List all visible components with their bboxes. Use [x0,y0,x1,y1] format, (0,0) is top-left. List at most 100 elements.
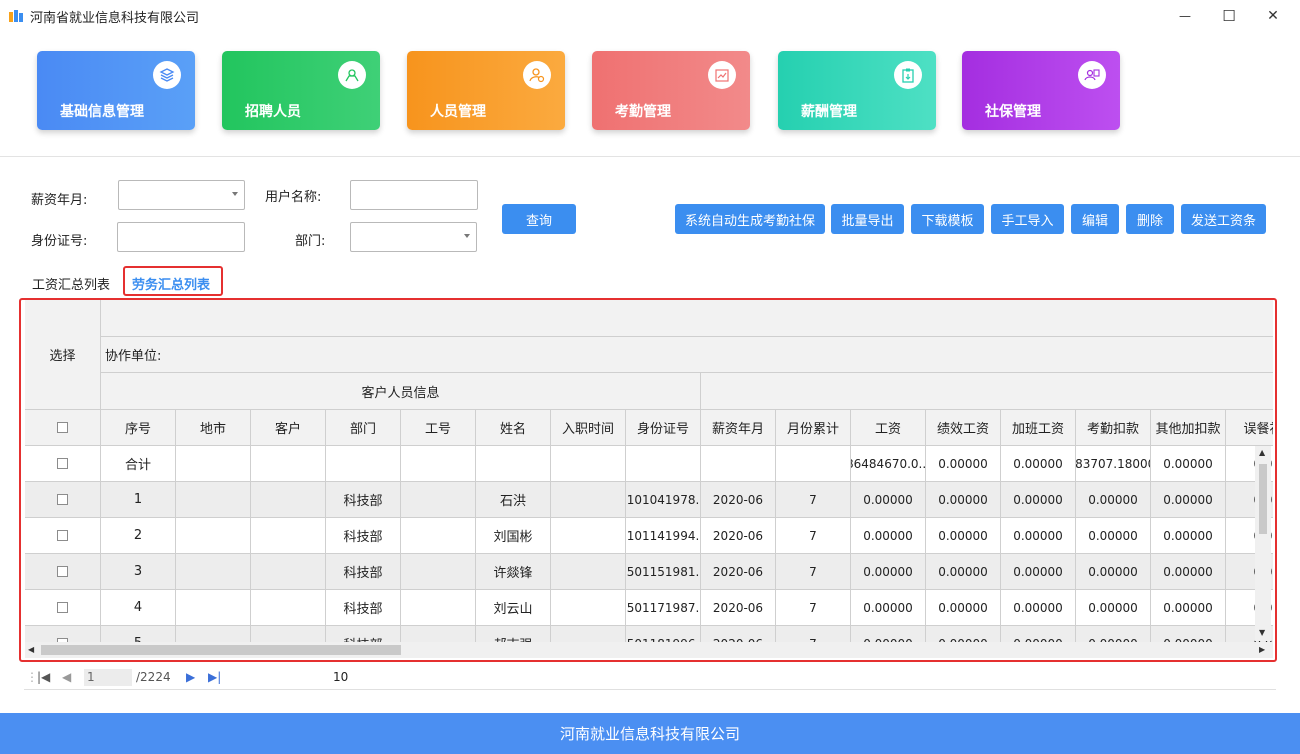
footer-text: 河南就业信息科技有限公司 [559,725,740,743]
maximize-button[interactable]: ☐ [1206,0,1252,32]
column-header[interactable]: 加班工资 [1001,410,1076,446]
column-header[interactable]: 工资 [851,410,926,446]
grid-frame: 选择 协作单位: 客户人员信息 序号 地市 客户 部门 工号 姓名 入职时间 身份证号 薪资年月… [19,298,1277,662]
chevron-down-icon [464,234,470,238]
window-title: 河南省就业信息科技有限公司 [30,11,200,26]
last-page-icon[interactable]: ▶| [208,670,221,684]
query-button[interactable]: 查询 [502,204,576,234]
column-header[interactable]: 考勤扣款 [1076,410,1151,446]
table-cell: 1501151981... [626,554,701,590]
total-cell [776,446,851,482]
scroll-left-icon[interactable]: ◀ [28,645,34,654]
id-number-input[interactable] [117,222,245,252]
table-cell: 1101041978... [626,482,701,518]
coop-unit-label: 协作单位: [105,349,162,364]
module-card-social-security[interactable]: 社保管理 [962,51,1120,130]
table-cell: 1 [101,482,176,518]
table-cell [401,590,476,626]
next-page-icon[interactable]: ▶ [186,670,195,684]
row-checkbox[interactable] [57,458,68,469]
table-cell [551,518,626,554]
prev-page-icon[interactable]: ◀ [62,670,71,684]
scroll-up-icon[interactable]: ▲ [1259,448,1265,457]
column-header[interactable]: 部门 [326,410,401,446]
vertical-scrollbar[interactable]: ▲ ▼ [1255,446,1271,641]
row-checkbox-cell [25,590,101,626]
tab-labor-summary[interactable]: 劳务汇总列表 [132,274,210,293]
close-button[interactable]: ✕ [1250,0,1296,32]
send-payslip-button[interactable]: 发送工资条 [1181,204,1266,234]
module-card-recruit[interactable]: 招聘人员 [222,51,380,130]
row-checkbox[interactable] [57,530,68,541]
manual-import-button[interactable]: 手工导入 [991,204,1064,234]
column-header[interactable]: 绩效工资 [926,410,1001,446]
edit-button[interactable]: 编辑 [1071,204,1119,234]
column-header[interactable]: 入职时间 [551,410,626,446]
coop-unit-row: 协作单位: [101,337,1273,373]
total-cell [326,446,401,482]
select-header-label: 选择 [49,349,76,364]
scroll-right-icon[interactable]: ▶ [1259,645,1265,654]
vertical-scroll-thumb[interactable] [1259,464,1267,534]
column-header[interactable]: 月份累计 [776,410,851,446]
column-header[interactable]: 姓名 [476,410,551,446]
module-label: 社保管理 [985,104,1041,120]
tab-salary-summary[interactable]: 工资汇总列表 [32,274,110,293]
row-checkbox[interactable] [57,566,68,577]
batch-export-button[interactable]: 批量导出 [831,204,904,234]
table-cell [401,554,476,590]
minimize-icon: — [1179,9,1191,23]
horizontal-scroll-thumb[interactable] [41,645,401,655]
delete-button[interactable]: 删除 [1126,204,1174,234]
download-template-button[interactable]: 下载模板 [911,204,984,234]
column-header[interactable]: 客户 [251,410,326,446]
table-cell: 许燚锋 [476,554,551,590]
total-cell [701,446,776,482]
table-cell: 0.00000 [926,554,1001,590]
table-cell [176,518,251,554]
module-card-attendance[interactable]: 考勤管理 [592,51,750,130]
table-cell: 科技部 [326,554,401,590]
minimize-button[interactable]: — [1162,0,1208,32]
auto-generate-button[interactable]: 系统自动生成考勤社保 [675,204,825,234]
table-cell: 7 [776,590,851,626]
clipboard-icon [894,61,922,89]
main-panel: 薪资年月: 用户名称: 身份证号: 部门: 查询 系统自动生成考勤社保 批量导出… [0,156,1300,713]
table-cell: 刘国彬 [476,518,551,554]
column-header[interactable]: 序号 [101,410,176,446]
module-card-basic-info[interactable]: 基础信息管理 [37,51,195,130]
person-icon [338,61,366,89]
row-checkbox[interactable] [57,494,68,505]
column-header[interactable]: 地市 [176,410,251,446]
page-size-value[interactable]: 10 [333,670,348,684]
table-cell [551,590,626,626]
table-cell: 刘云山 [476,590,551,626]
table-cell: 7 [776,518,851,554]
total-cell: 0.00000 [1001,446,1076,482]
table-cell [176,590,251,626]
table-cell: 石洪 [476,482,551,518]
department-select[interactable] [350,222,477,252]
column-header[interactable]: 工号 [401,410,476,446]
row-checkbox[interactable] [57,602,68,613]
row-checkbox-cell [25,554,101,590]
column-header[interactable]: 身份证号 [626,410,701,446]
top-band [101,300,1273,337]
page-number-input[interactable]: 1 [84,669,132,686]
module-card-staff[interactable]: 人员管理 [407,51,565,130]
column-header[interactable]: 其他加扣款 [1151,410,1226,446]
customer-info-group-label: 客户人员信息 [361,385,440,401]
maximize-icon: ☐ [1222,7,1236,25]
first-page-icon[interactable]: |◀ [37,670,50,684]
username-input[interactable] [350,180,478,210]
salary-month-select[interactable] [118,180,245,210]
select-all-checkbox[interactable] [57,422,68,433]
horizontal-scrollbar[interactable]: ◀ ▶ [25,642,1273,658]
scroll-down-icon[interactable]: ▼ [1259,628,1265,637]
total-cell [626,446,701,482]
module-card-salary[interactable]: 薪酬管理 [778,51,936,130]
module-label: 招聘人员 [245,104,301,120]
total-cell: 0.00000 [926,446,1001,482]
column-header[interactable]: 薪资年月 [701,410,776,446]
column-header[interactable]: 误餐补 [1226,410,1273,446]
